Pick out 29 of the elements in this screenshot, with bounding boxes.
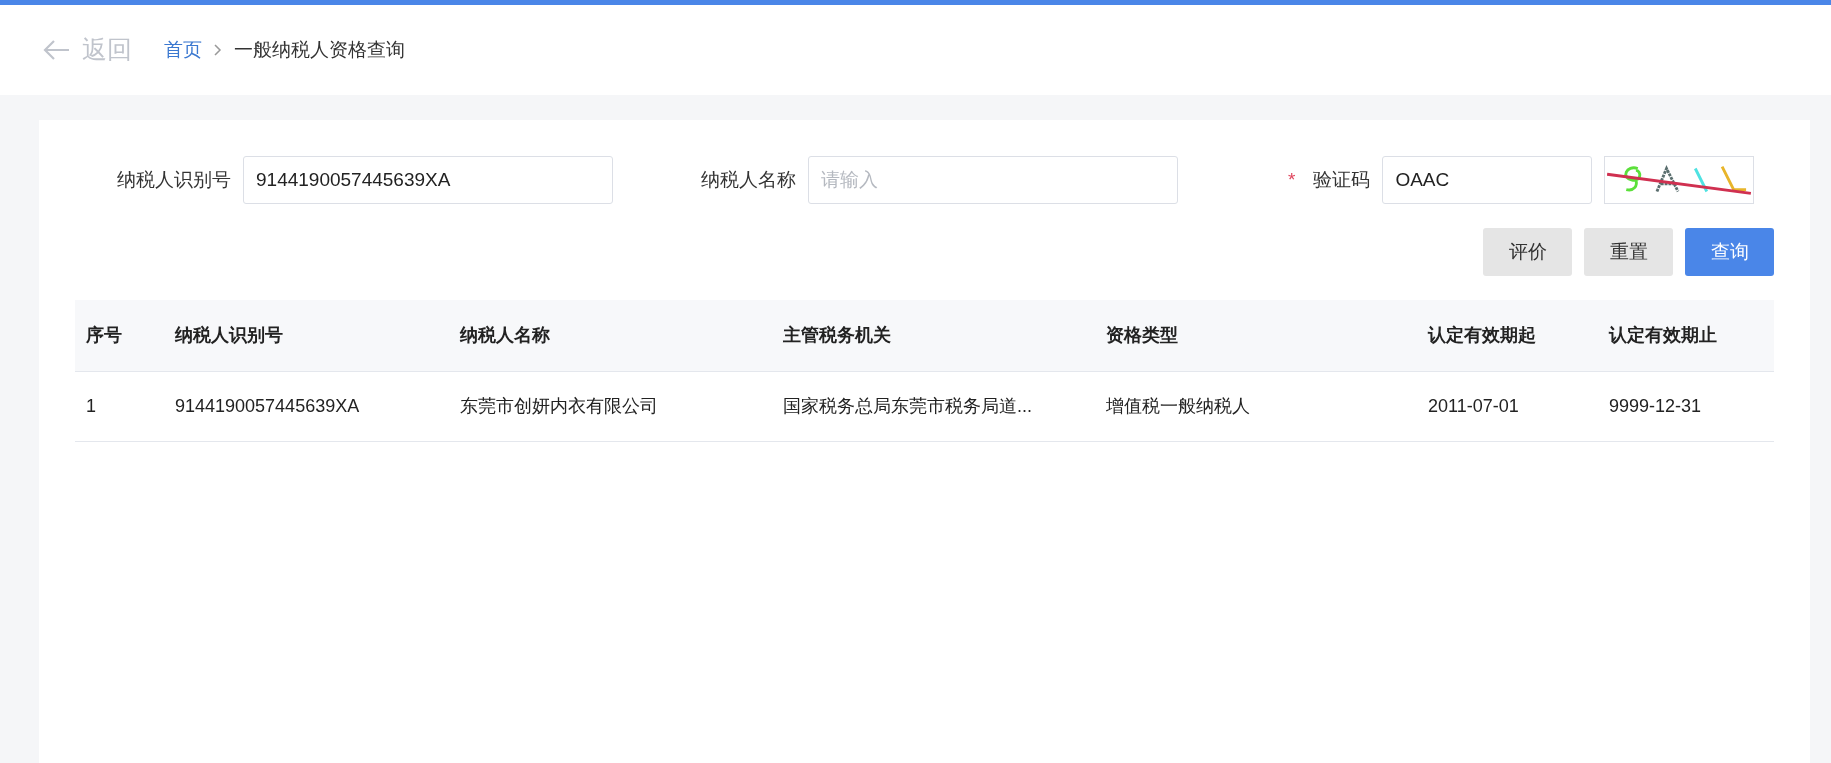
field-label: 纳税人识别号 [117,167,231,192]
breadcrumb-link[interactable]: 首页 [164,35,202,65]
table-cell: 2011-07-01 [1417,371,1598,441]
back-arrow-icon [42,39,70,61]
query-button[interactable]: 查询 [1685,228,1774,276]
chevron-icon [214,44,222,56]
captcha-field[interactable]: OAAC [1382,156,1593,204]
column-header: 资格类型 [1095,300,1417,371]
table-cell: 9144190057445639XA [164,371,449,441]
column-header: 认定有效期止 [1598,300,1774,371]
field-label: 纳税人名称 [701,167,796,192]
table-cell: 国家税务总局东莞市税务局道... [772,371,1095,441]
captcha-image[interactable] [1604,156,1755,204]
column-header: 主管税务机关 [772,300,1095,371]
input-field[interactable]: 请输入 [808,156,1178,204]
field-label: 验证码 [1313,167,1371,192]
column-header: 纳税人识别号 [164,300,449,371]
table-cell: 1 [75,371,164,441]
required-mark: * [1288,167,1296,192]
table-cell: 9999-12-31 [1598,371,1774,441]
secondary-button[interactable]: 评价 [1483,228,1572,276]
input-field[interactable]: 9144190057445639XA [243,156,613,204]
secondary-button[interactable]: 重置 [1584,228,1673,276]
column-header: 序号 [75,300,164,371]
table-cell: 东莞市创妍内衣有限公司 [449,371,772,441]
table-cell: 增值税一般纳税人 [1095,371,1417,441]
column-header: 纳税人名称 [449,300,772,371]
breadcrumb-current: 一般纳税人资格查询 [234,37,405,62]
column-header: 认定有效期起 [1417,300,1598,371]
